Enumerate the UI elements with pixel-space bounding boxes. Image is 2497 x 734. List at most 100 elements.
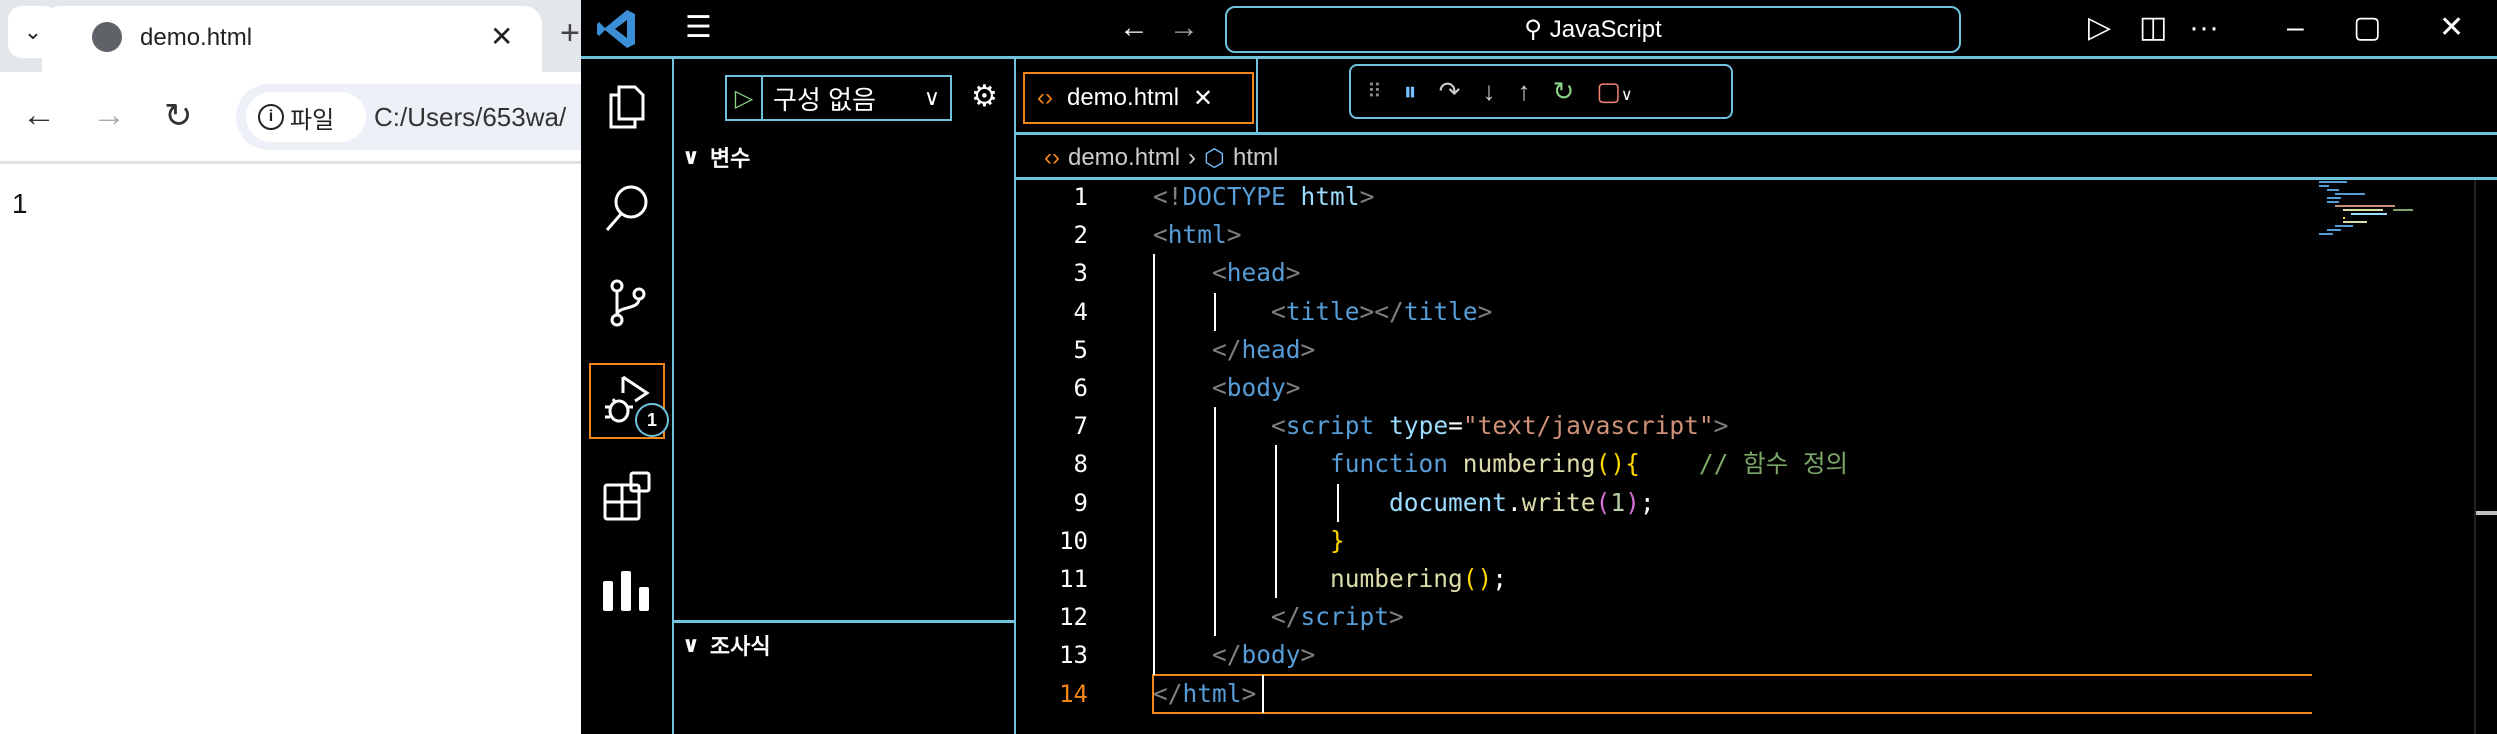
line-number: 14 [1059,679,1088,708]
code-line[interactable]: <body> [1153,369,1301,407]
code-token: body [1226,373,1286,402]
split-editor-icon[interactable]: ◫ [2139,10,2167,46]
code-token: script [1300,602,1390,632]
breadcrumb-file[interactable]: demo.html [1068,144,1180,172]
watch-label: 조사식 [709,634,771,659]
gear-icon[interactable]: ⚙ [971,79,998,114]
code-line[interactable]: </body> [1153,636,1315,674]
editor-tab-label: demo.html [1066,84,1180,111]
page-output-text: 1 [12,188,28,219]
address-bar[interactable]: i 파일 C:/Users/653wa/ [236,84,581,150]
code-token: > [1285,373,1301,402]
watch-section-header[interactable]: ∨ 조사식 [682,629,771,661]
more-actions-icon[interactable]: ··· [2189,10,2219,46]
variables-section-header[interactable]: ∨ 변수 [682,141,750,173]
code-token: ; [1639,487,1655,517]
close-tab-icon[interactable]: ✕ [1193,84,1213,113]
forward-arrow-icon[interactable]: → [92,96,126,135]
code-token: < [1271,296,1286,326]
code-token: head [1241,334,1301,364]
run-configuration-selector[interactable]: ▷ 구성 없음 ∨ [725,75,952,121]
close-tab-icon[interactable]: ✕ [490,20,513,53]
menu-hamburger-icon[interactable]: ☰ [685,10,712,46]
run-icon[interactable]: ▷ [2088,10,2111,46]
scrollbar-thumb[interactable] [2476,511,2497,515]
breadcrumb: ‹› demo.html › ⬡ html [1044,139,1278,177]
maximize-icon[interactable]: ▢ [2353,10,2381,46]
code-token: > [1241,678,1257,708]
code-token: numbering [1330,564,1463,593]
close-window-icon[interactable]: ✕ [2439,10,2464,46]
code-token: . [1507,487,1522,517]
editor-tab-demo-html[interactable]: ‹› demo.html ✕ [1023,72,1254,124]
code-token: = [1448,411,1463,441]
code-line[interactable]: document.write(1); [1153,484,1655,522]
url-text[interactable]: C:/Users/653wa/ [374,102,566,133]
line-number: 2 [1073,221,1088,250]
code-token: write [1521,487,1596,517]
command-center-search[interactable]: ⚲ JavaScript [1225,6,1961,53]
step-out-icon[interactable]: ↑ [1517,76,1530,107]
line-number: 4 [1073,297,1088,326]
tab-separator [1256,59,1258,132]
code-token: script [1285,411,1375,441]
chart-icon[interactable] [595,559,659,623]
line-number: 7 [1073,412,1088,441]
start-debugging-icon[interactable]: ▷ [727,77,763,119]
new-tab-button[interactable]: + [560,14,580,53]
code-line[interactable]: <!DOCTYPE html> [1153,178,1374,216]
indent-guide [1214,292,1217,331]
back-arrow-icon[interactable]: ← [22,96,56,135]
restart-icon[interactable]: ↻ [1552,76,1574,107]
step-into-icon[interactable]: ↓ [1482,76,1495,107]
browser-tab[interactable]: demo.html ✕ [42,6,542,76]
section-divider[interactable] [674,620,1014,623]
code-token: </ [1153,678,1183,708]
search-icon[interactable] [595,175,659,239]
code-line[interactable]: </head> [1153,331,1315,369]
code-line[interactable]: <head> [1153,254,1301,292]
code-line[interactable]: function numbering(){ // 함수 정의 [1153,445,1848,483]
pause-icon[interactable]: ⏸ [1404,76,1417,108]
minimap[interactable] [2319,181,2429,241]
info-icon: i [258,104,284,130]
stop-icon[interactable]: ▢∨ [1596,76,1632,107]
code-line[interactable]: <html> [1153,216,1242,254]
chevron-down-icon: ∨ [923,85,940,110]
code-token: // 함수 정의 [1698,449,1849,479]
code-line[interactable]: </html> [1153,675,1256,713]
vertical-scrollbar[interactable] [2474,180,2476,734]
drag-handle-icon[interactable]: ⠿ [1367,79,1382,104]
browser-window: ⌄ demo.html ✕ + ← → ↻ i 파일 C:/Users/653w… [0,0,581,734]
line-number: 10 [1059,526,1088,555]
forward-arrow-icon[interactable]: → [1169,10,1199,46]
back-arrow-icon[interactable]: ← [1119,10,1149,46]
reload-icon[interactable]: ↻ [164,96,193,136]
code-line[interactable]: </script> [1153,598,1404,636]
minimize-icon[interactable]: – [2287,10,2304,46]
extensions-icon[interactable] [595,465,659,529]
chevron-down-icon: ∨ [682,632,700,657]
source-control-icon[interactable] [595,271,659,335]
code-line[interactable]: <script type="text/javascript"> [1153,407,1728,445]
code-line[interactable]: } [1153,522,1345,560]
debug-sidebar: ▷ 구성 없음 ∨ ⚙ ∨ 변수 ∨ 조사식 [674,59,1016,734]
debug-badge: 1 [635,403,669,437]
breadcrumb-element[interactable]: html [1233,144,1278,172]
element-cube-icon: ⬡ [1204,144,1225,172]
code-line[interactable]: numbering(); [1153,560,1507,598]
line-number: 9 [1073,488,1088,517]
indent-guide [1153,254,1155,675]
code-token: type [1389,411,1449,441]
code-line[interactable]: <title></title> [1153,293,1492,331]
code-token: ) [1625,487,1640,517]
indent-guide [1275,445,1278,599]
site-info-chip[interactable]: i 파일 [246,92,366,142]
explorer-icon[interactable] [595,75,659,139]
line-number: 3 [1073,259,1088,288]
run-and-debug-icon[interactable]: 1 [589,363,669,439]
step-over-icon[interactable]: ↷ [1439,76,1461,107]
